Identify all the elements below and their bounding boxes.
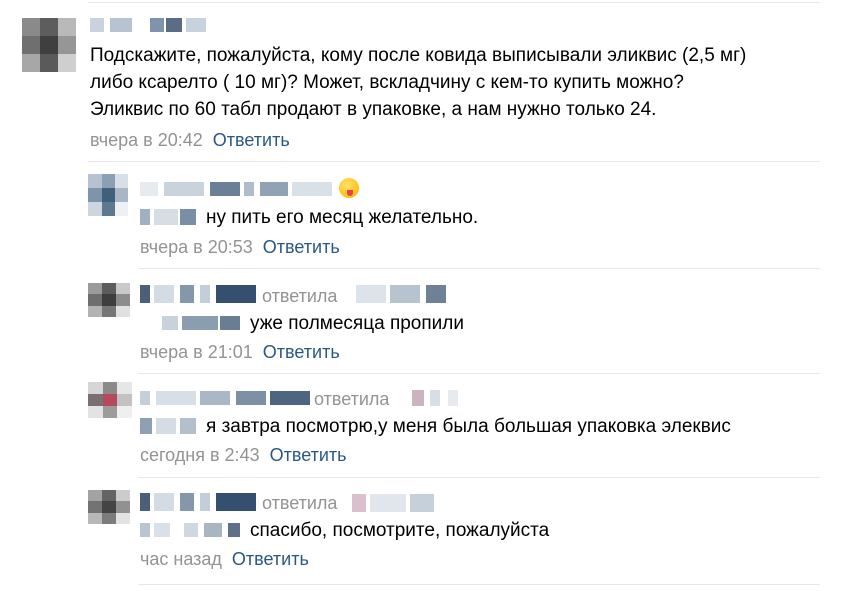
reply-button[interactable]: Ответить: [263, 237, 340, 257]
replied-to-label: ответила: [314, 389, 390, 409]
addressee-name-redacted[interactable]: [162, 316, 242, 330]
author-name-redacted[interactable]: [140, 391, 310, 405]
addressee-name-redacted[interactable]: [140, 209, 200, 225]
comment-time[interactable]: вчера в 21:01: [140, 342, 253, 362]
avatar[interactable]: [88, 174, 128, 216]
author-name-redacted[interactable]: [140, 285, 258, 303]
divider: [138, 373, 820, 374]
divider: [88, 161, 820, 162]
replied-to-name-redacted[interactable]: [356, 285, 452, 303]
comment-text-line: Подскажите, пожалуйста, кому после ковид…: [90, 45, 747, 66]
divider: [138, 584, 820, 585]
reply-button[interactable]: Ответить: [263, 342, 340, 362]
replied-to-label: ответила: [262, 286, 338, 306]
comment-time[interactable]: час назад: [140, 549, 222, 569]
avatar[interactable]: [88, 490, 130, 524]
replied-to-label: ответила: [262, 493, 338, 513]
comment-text: уже полмесяца пропили: [250, 313, 464, 334]
author-name-redacted[interactable]: [140, 493, 258, 511]
grinning-tongue-emoji-icon: [339, 178, 359, 198]
reply-button[interactable]: Ответить: [232, 549, 309, 569]
comment-meta: час назад Ответить: [140, 548, 309, 570]
addressee-name-redacted[interactable]: [140, 523, 244, 537]
comment-text-line: Эликвис по 60 табл продают в упаковке, а…: [90, 99, 657, 120]
addressee-name-redacted[interactable]: [140, 418, 200, 434]
avatar[interactable]: [88, 382, 132, 418]
author-name-redacted[interactable]: [140, 182, 332, 196]
comment-time[interactable]: вчера в 20:53: [140, 237, 253, 257]
comment-text: я завтра посмотрю,у меня была большая уп…: [206, 416, 731, 437]
comment-time[interactable]: вчера в 20:42: [90, 130, 203, 150]
comment-meta: вчера в 21:01 Ответить: [140, 341, 340, 363]
reply-button[interactable]: Ответить: [213, 130, 290, 150]
comment-time[interactable]: сегодня в 2:43: [140, 445, 260, 465]
avatar[interactable]: [88, 283, 130, 317]
comment-meta: вчера в 20:42 Ответить: [90, 129, 290, 151]
comment-meta: сегодня в 2:43 Ответить: [140, 444, 347, 466]
reply-button[interactable]: Ответить: [270, 445, 347, 465]
comment-text: спасибо, посмотрите, пожалуйста: [250, 520, 550, 541]
author-name-redacted[interactable]: [90, 18, 210, 32]
divider-top: [88, 2, 820, 3]
replied-to-name-redacted[interactable]: [412, 390, 460, 406]
replied-to-name-redacted[interactable]: [352, 494, 436, 512]
comment-text: ну пить его месяц желательно.: [206, 207, 479, 228]
avatar[interactable]: [22, 18, 76, 72]
comment-meta: вчера в 20:53 Ответить: [140, 236, 340, 258]
comment-text-line: либо ксарелто ( 10 мг)? Может, вскладчин…: [90, 72, 684, 93]
comment-text: Подскажите, пожалуйста, кому после ковид…: [90, 42, 746, 123]
divider: [138, 477, 820, 478]
divider: [138, 268, 820, 269]
